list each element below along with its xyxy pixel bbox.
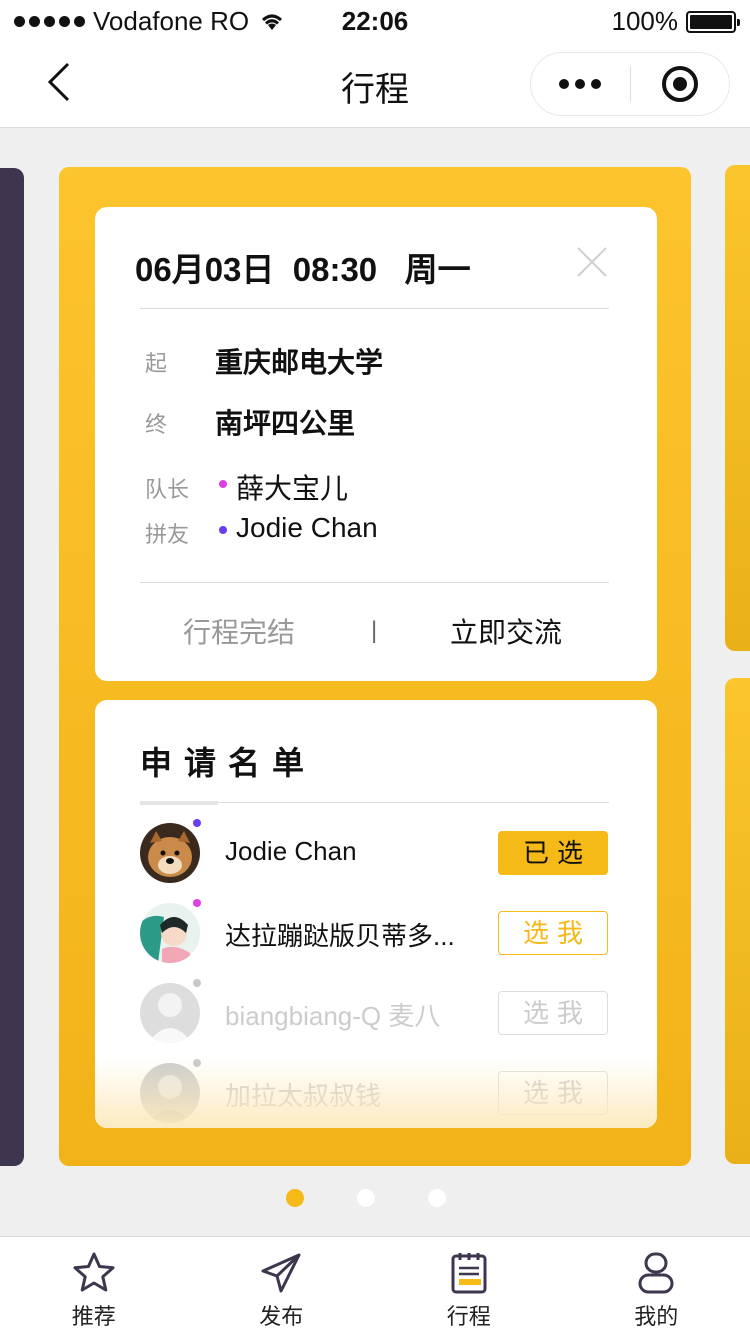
pager-dot[interactable] bbox=[357, 1189, 375, 1207]
chat-now-button[interactable]: 立即交流 bbox=[450, 611, 562, 651]
person-icon bbox=[638, 1252, 674, 1294]
tab-label: 行程 bbox=[446, 1304, 491, 1329]
paper-plane-icon bbox=[261, 1253, 301, 1293]
list-item: Jodie Chan 已选 bbox=[140, 819, 610, 885]
tab-label: 发布 bbox=[259, 1304, 304, 1329]
application-list-title: 申请名单 bbox=[140, 745, 317, 781]
status-bar: Vodafone RO 22:06 100% bbox=[0, 0, 750, 40]
start-label: 起 bbox=[145, 351, 168, 376]
next-card-peek-top[interactable] bbox=[725, 165, 750, 651]
applicant-name: 加拉太叔叔钱 bbox=[225, 1081, 382, 1111]
leader-label: 队长 bbox=[145, 477, 190, 502]
pager-dot-active[interactable] bbox=[286, 1189, 304, 1207]
avatar bbox=[140, 903, 200, 963]
selected-button[interactable]: 已选 bbox=[498, 831, 608, 875]
choose-me-button[interactable]: 选我 bbox=[498, 911, 608, 955]
title-underline bbox=[140, 801, 218, 805]
next-card-peek-bottom[interactable] bbox=[725, 678, 750, 1164]
status-dot bbox=[193, 819, 201, 827]
list-item: 达拉蹦跶版贝蒂多... 选我 bbox=[140, 899, 610, 965]
tab-trip[interactable]: 行程 bbox=[375, 1237, 563, 1334]
finish-trip-button[interactable]: 行程完结 bbox=[183, 611, 295, 651]
leader-dot bbox=[219, 480, 227, 488]
list-item: 加拉太叔叔钱 选我 bbox=[140, 1059, 610, 1125]
status-right: 100% bbox=[611, 6, 740, 37]
close-program-button[interactable] bbox=[631, 53, 730, 115]
choose-me-button[interactable]: 选我 bbox=[498, 991, 608, 1035]
tab-label: 推荐 bbox=[71, 1304, 116, 1329]
target-icon bbox=[661, 66, 698, 102]
star-icon bbox=[73, 1252, 115, 1292]
tab-recommend[interactable]: 推荐 bbox=[0, 1237, 188, 1334]
notepad-icon bbox=[451, 1253, 487, 1294]
trip-carousel-card: 06月03日 08:30 周一 起 重庆邮电大学 终 南坪四公里 队长 薛大宝儿… bbox=[59, 167, 691, 1166]
trip-detail-card: 06月03日 08:30 周一 起 重庆邮电大学 终 南坪四公里 队长 薛大宝儿… bbox=[95, 207, 657, 681]
trip-datetime: 06月03日 08:30 周一 bbox=[135, 251, 471, 288]
leader-name: 薛大宝儿 bbox=[236, 473, 349, 504]
battery-icon bbox=[686, 10, 740, 33]
navigation-bar: 行程 bbox=[0, 40, 750, 128]
tab-publish[interactable]: 发布 bbox=[188, 1237, 376, 1334]
tab-bar: 推荐 发布 行程 我的 bbox=[0, 1236, 750, 1334]
divider bbox=[140, 308, 609, 309]
applicant-name: biangbiang-Q 麦八 bbox=[225, 1001, 441, 1031]
end-label: 终 bbox=[145, 412, 168, 437]
divider bbox=[140, 582, 609, 583]
tab-mine[interactable]: 我的 bbox=[563, 1237, 750, 1334]
tab-label: 我的 bbox=[634, 1304, 679, 1329]
mini-program-capsule bbox=[530, 52, 730, 116]
choose-me-button[interactable]: 选我 bbox=[498, 1071, 608, 1115]
partner-label: 拼友 bbox=[145, 522, 190, 547]
previous-card-peek[interactable] bbox=[0, 168, 24, 1166]
start-location: 重庆邮电大学 bbox=[215, 347, 384, 378]
status-dot bbox=[193, 899, 201, 907]
status-dot bbox=[193, 1059, 201, 1067]
avatar bbox=[140, 823, 200, 883]
avatar bbox=[140, 1063, 200, 1123]
action-divider: | bbox=[371, 617, 378, 644]
applicant-name: 达拉蹦跶版贝蒂多... bbox=[225, 921, 455, 951]
more-icon[interactable] bbox=[531, 53, 630, 115]
partner-dot bbox=[219, 526, 227, 534]
avatar bbox=[140, 983, 200, 1043]
close-icon[interactable] bbox=[575, 245, 609, 279]
pager-dot[interactable] bbox=[428, 1189, 446, 1207]
status-dot bbox=[193, 979, 201, 987]
carousel-pager bbox=[0, 1189, 750, 1207]
partner-name: Jodie Chan bbox=[236, 512, 378, 543]
end-location: 南坪四公里 bbox=[215, 408, 356, 439]
applicant-name: Jodie Chan bbox=[225, 836, 357, 866]
application-list-card: 申请名单 Jodie Chan 已选 达拉蹦跶版贝蒂多... 选我 biangb… bbox=[95, 700, 657, 1128]
list-item: biangbiang-Q 麦八 选我 bbox=[140, 979, 610, 1045]
battery-percent: 100% bbox=[611, 6, 679, 36]
